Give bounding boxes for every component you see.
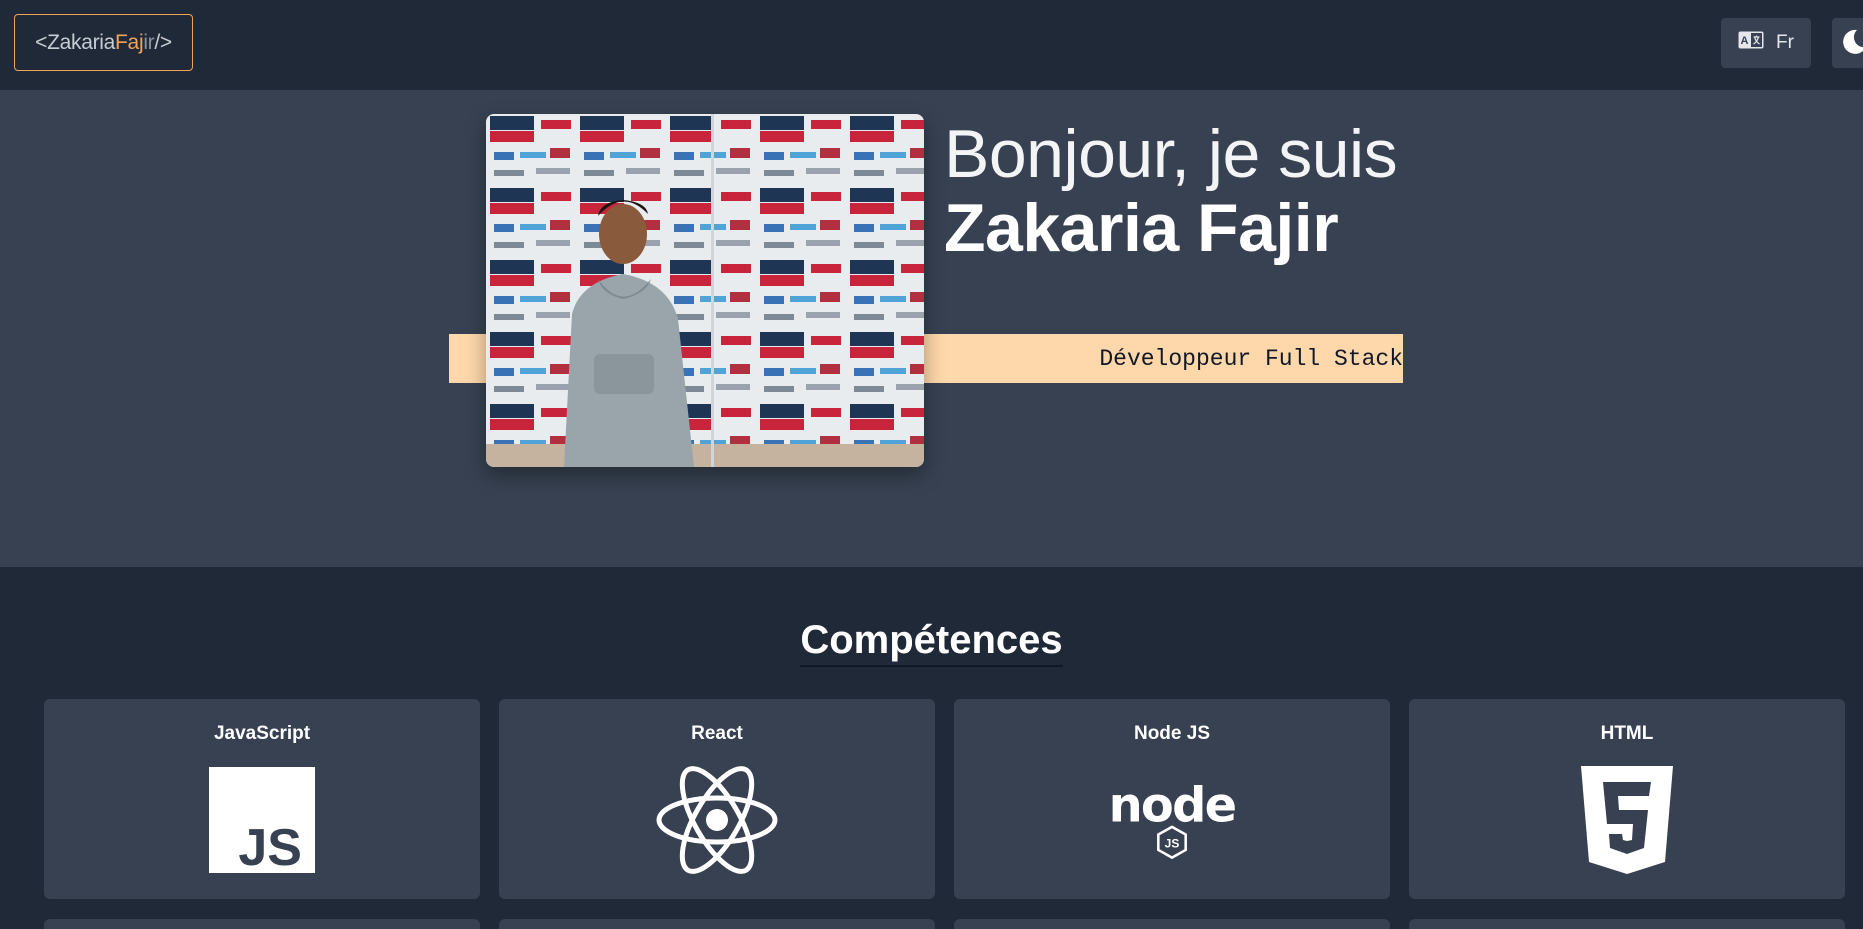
nodejs-icon: node JS [1107,765,1237,875]
skills-heading: Compétences [0,618,1863,667]
logo-middle: Faj [115,30,144,54]
skill-card-partial [1409,919,1845,929]
language-toggle-button[interactable]: A Fr [1721,18,1811,68]
profile-photo [486,114,924,467]
navbar: < Zakaria Faj ir/> A Fr [0,0,1863,90]
hero-greeting: Bonjour, je suis [944,116,1398,192]
language-label: Fr [1776,32,1794,53]
logo-first: Zakaria [47,30,116,54]
skills-title-text: Compétences [800,618,1063,667]
theme-toggle-button[interactable] [1832,18,1863,68]
hero-name: Zakaria Fajir [944,190,1339,266]
skill-card-nodejs: Node JS node JS [954,699,1390,899]
skill-label: React [691,723,743,744]
javascript-icon: JS [197,765,327,875]
skill-card-partial [954,919,1390,929]
skill-label: JavaScript [213,723,311,744]
svg-text:JS: JS [238,819,302,873]
job-title: Développeur Full Stack [1099,345,1403,372]
react-icon [652,765,782,875]
skill-card-partial [499,919,935,929]
logo-last: ir [143,30,155,54]
logo-open: < [35,30,48,54]
svg-text:A: A [1741,35,1749,47]
skill-card-partial [44,919,480,929]
skill-label: Node JS [1133,723,1211,744]
skill-card-html: HTML [1409,699,1845,899]
skill-card-react: React [499,699,935,899]
logo-link[interactable]: < Zakaria Faj ir/> [14,14,193,71]
svg-text:JS: JS [1165,836,1180,850]
hero-section [0,90,1863,567]
moon-icon [1840,28,1863,59]
skill-label: HTML [1600,723,1654,744]
logo-close: /> [154,30,172,54]
skill-card-javascript: JavaScript JS [44,699,480,899]
translate-icon: A [1738,31,1764,55]
html5-icon [1562,765,1692,875]
